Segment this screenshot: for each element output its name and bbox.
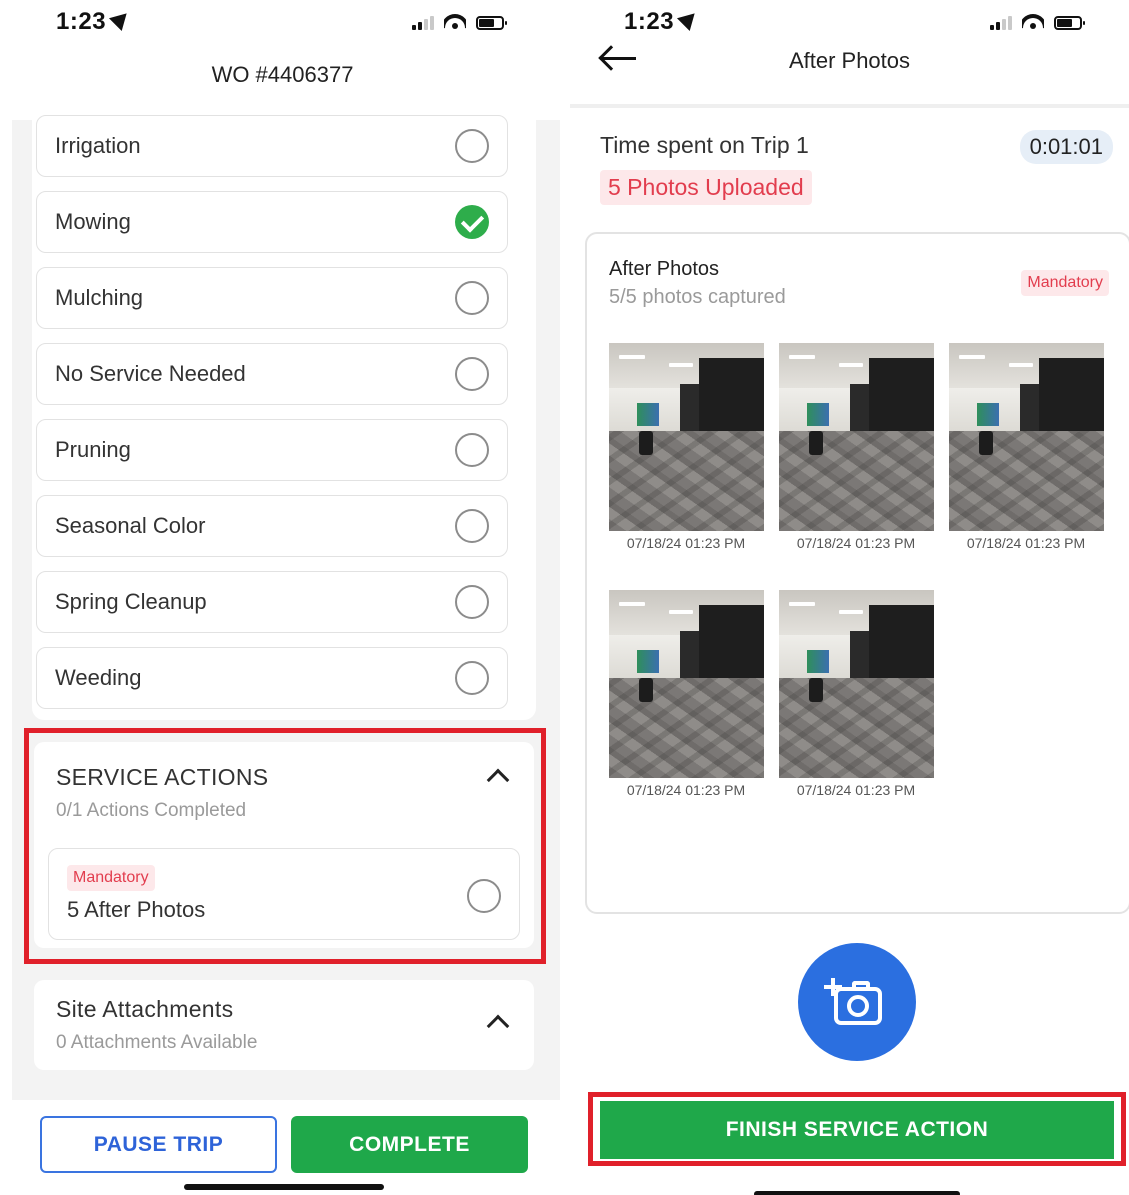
complete-button[interactable]: COMPLETE [291, 1116, 528, 1173]
photo-timestamp: 07/18/24 01:23 PM [626, 535, 746, 551]
signal-icon [990, 16, 1012, 30]
service-option-label: No Service Needed [55, 361, 246, 386]
radio-button[interactable] [455, 281, 489, 315]
service-option-label: Spring Cleanup [55, 589, 207, 614]
site-attachments-section[interactable]: Site Attachments 0 Attachments Available [34, 980, 534, 1070]
photo-thumbnail[interactable] [949, 343, 1104, 531]
service-option-spring-cleanup[interactable]: Spring Cleanup [36, 571, 508, 633]
after-photos-card: After Photos 5/5 photos captured Mandato… [585, 232, 1129, 914]
photo-thumbnail[interactable] [779, 590, 934, 778]
service-option-label: Seasonal Color [55, 513, 206, 538]
page-title: WO #4406377 [211, 62, 354, 87]
status-bar: 1:23 [570, 6, 1129, 40]
service-option-mowing[interactable]: Mowing [36, 191, 508, 253]
service-option-label: Mowing [55, 209, 131, 234]
highlight-box [24, 728, 546, 964]
trip-duration-badge: 0:01:01 [1019, 130, 1113, 164]
wifi-icon [1022, 14, 1044, 30]
photos-uploaded-badge: 5 Photos Uploaded [600, 170, 812, 205]
radio-button[interactable] [455, 433, 489, 467]
photo-thumbnail[interactable] [609, 590, 764, 778]
add-photo-button[interactable] [798, 943, 916, 1061]
radio-button[interactable] [455, 129, 489, 163]
chevron-up-icon[interactable] [486, 1014, 510, 1038]
pause-trip-button[interactable]: PAUSE TRIP [40, 1116, 277, 1173]
section-title: Site Attachments [56, 996, 234, 1022]
trip-time-label: Time spent on Trip 1 [600, 132, 809, 158]
card-title: After Photos [609, 258, 720, 280]
photo-timestamp: 07/18/24 01:23 PM [966, 535, 1086, 551]
status-bar: 1:23 [0, 6, 565, 40]
service-option-pruning[interactable]: Pruning [36, 419, 508, 481]
photo-timestamp: 07/18/24 01:23 PM [796, 782, 916, 798]
service-option-weeding[interactable]: Weeding [36, 647, 508, 709]
page-title: After Photos [788, 48, 911, 73]
service-option-irrigation[interactable]: Irrigation [36, 115, 508, 177]
status-time: 1:23 [56, 6, 134, 36]
home-indicator[interactable] [754, 1191, 960, 1195]
signal-icon [412, 16, 434, 30]
service-option-no-service-needed[interactable]: No Service Needed [36, 343, 508, 405]
photo-timestamp: 07/18/24 01:23 PM [626, 782, 746, 798]
after-photos-screen: 1:23 After Photos Time spent on Trip 1 0… [570, 0, 1129, 1195]
service-option-seasonal-color[interactable]: Seasonal Color [36, 495, 508, 557]
service-option-label: Mulching [55, 285, 144, 310]
status-time: 1:23 [624, 6, 702, 36]
service-option-label: Weeding [55, 665, 142, 690]
photo-timestamp: 07/18/24 01:23 PM [796, 535, 916, 551]
service-option-label: Irrigation [55, 133, 141, 158]
service-option-mulching[interactable]: Mulching [36, 267, 508, 329]
mandatory-badge: Mandatory [1021, 270, 1109, 296]
work-order-screen: 1:23 WO #4406377 Irrigation Mowing Mulch… [0, 0, 565, 1195]
status-icons [412, 14, 507, 30]
photo-thumbnail[interactable] [779, 343, 934, 531]
battery-icon [476, 16, 507, 30]
wifi-icon [444, 14, 466, 30]
header-divider [570, 104, 1129, 108]
status-icons [990, 14, 1085, 30]
home-indicator[interactable] [184, 1184, 384, 1190]
radio-button[interactable] [455, 357, 489, 391]
location-arrow-icon [677, 6, 702, 32]
section-subtitle: 0 Attachments Available [56, 1032, 258, 1053]
radio-button[interactable] [455, 585, 489, 619]
card-subtitle: 5/5 photos captured [609, 286, 786, 308]
check-circle-icon[interactable] [455, 205, 489, 239]
service-option-label: Pruning [55, 437, 131, 462]
radio-button[interactable] [455, 509, 489, 543]
battery-icon [1054, 16, 1085, 30]
highlight-box [588, 1092, 1126, 1166]
photo-thumbnail[interactable] [609, 343, 764, 531]
location-arrow-icon [109, 6, 134, 32]
radio-button[interactable] [455, 661, 489, 695]
